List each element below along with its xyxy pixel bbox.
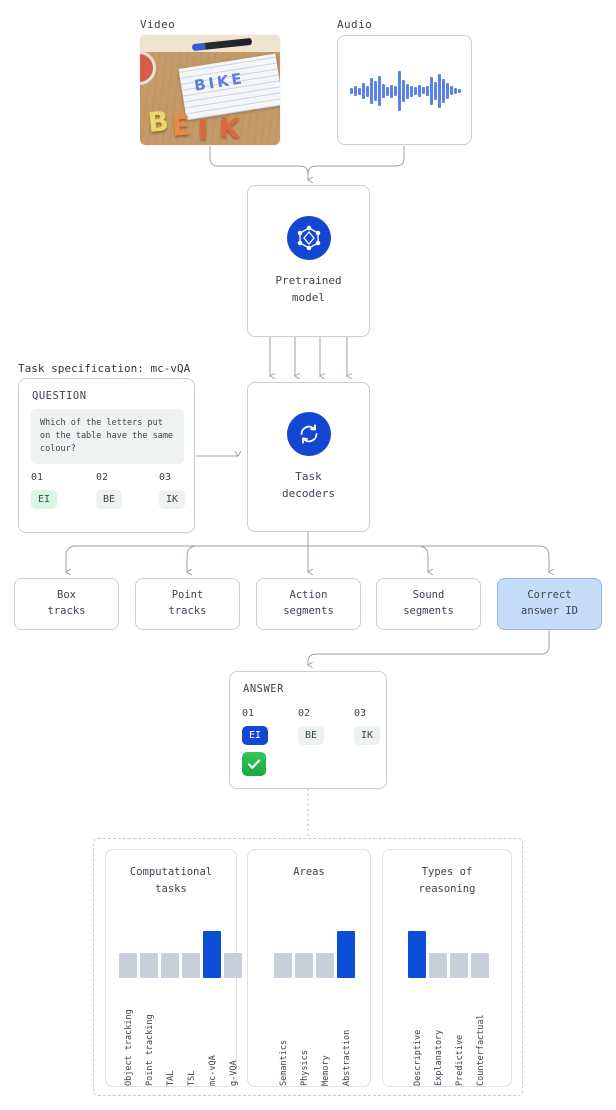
output-box-tracks[interactable]: Box tracks — [14, 578, 119, 630]
taxonomy-panel: Computational tasks Object tracking Point… — [93, 838, 523, 1096]
answer-option-3-id: 03 — [354, 708, 367, 719]
chart-title-areas: Areas — [293, 866, 325, 878]
audio-waveform-panel[interactable] — [337, 35, 472, 145]
audio-label: Audio — [337, 18, 373, 31]
question-card[interactable]: QUESTION Which of the letters put on the… — [18, 378, 195, 533]
question-option-2-chip: BE — [96, 490, 123, 509]
letter-block-k: K — [218, 112, 241, 145]
letter-block-b: B — [146, 106, 171, 139]
question-options: 01 EI 02 BE 03 IK — [31, 472, 186, 522]
answer-options: 01 EI 02 BE 03 IK — [242, 708, 381, 745]
question-option-3-chip: IK — [159, 490, 186, 509]
chart-title-computational-tasks: Computational tasks — [129, 866, 213, 895]
chart-bars-types-of-reasoning: Descriptive Explanatory Predictive Count… — [383, 906, 511, 1086]
graph-network-icon — [286, 215, 331, 260]
answer-heading: ANSWER — [243, 683, 284, 695]
task-decoders-label: Task decoders — [282, 469, 335, 500]
video-label: Video — [140, 18, 176, 31]
question-option-3[interactable]: 03 IK — [159, 472, 201, 509]
question-option-1-id: 01 — [31, 472, 44, 483]
audio-waveform — [350, 68, 461, 114]
question-option-2-id: 02 — [96, 472, 109, 483]
question-text: Which of the letters put on the table ha… — [31, 409, 184, 464]
chart-types-of-reasoning[interactable]: Types of reasoning Descriptive Explanator… — [382, 849, 512, 1087]
chart-title-types-of-reasoning: Types of reasoning — [418, 866, 476, 895]
answer-option-2-chip: BE — [298, 726, 325, 745]
question-heading: QUESTION — [32, 390, 87, 402]
answer-option-3[interactable]: 03 IK — [354, 708, 394, 745]
answer-option-1-id: 01 — [242, 708, 255, 719]
question-option-2[interactable]: 02 BE — [96, 472, 138, 509]
check-mark-icon — [242, 752, 266, 776]
task-specification-label: Task specification: mc-vQA — [18, 362, 191, 375]
diagram-canvas: Video Audio BIKE B E I K Pretrained mode… — [0, 0, 616, 1110]
output-sound-segments[interactable]: Sound segments — [376, 578, 481, 630]
output-point-tracks[interactable]: Point tracks — [135, 578, 240, 630]
pretrained-model-label: Pretrained model — [275, 273, 342, 304]
bar-label-counterfactual: Counterfactual — [476, 1014, 486, 1086]
question-option-3-id: 03 — [159, 472, 172, 483]
question-option-1[interactable]: 01 EI — [31, 472, 73, 509]
sync-circle-icon — [286, 411, 331, 456]
answer-option-2[interactable]: 02 BE — [298, 708, 338, 745]
question-option-1-chip: EI — [31, 490, 58, 509]
letter-block-e: E — [170, 110, 192, 143]
answer-option-3-chip: IK — [354, 726, 381, 745]
letter-blocks: B E I K — [146, 105, 276, 145]
answer-option-1[interactable]: 01 EI — [242, 708, 282, 745]
answer-card[interactable]: ANSWER 01 EI 02 BE 03 IK — [229, 671, 387, 789]
video-thumbnail[interactable]: BIKE B E I K — [140, 35, 280, 145]
output-action-segments[interactable]: Action segments — [256, 578, 361, 630]
letter-block-i: I — [197, 114, 209, 145]
pretrained-model-node[interactable]: Pretrained model — [247, 185, 370, 337]
answer-option-2-id: 02 — [298, 708, 311, 719]
task-decoders-node[interactable]: Task decoders — [247, 382, 370, 532]
answer-option-1-chip: EI — [242, 726, 269, 745]
output-correct-answer-id[interactable]: Correct answer ID — [497, 578, 602, 630]
